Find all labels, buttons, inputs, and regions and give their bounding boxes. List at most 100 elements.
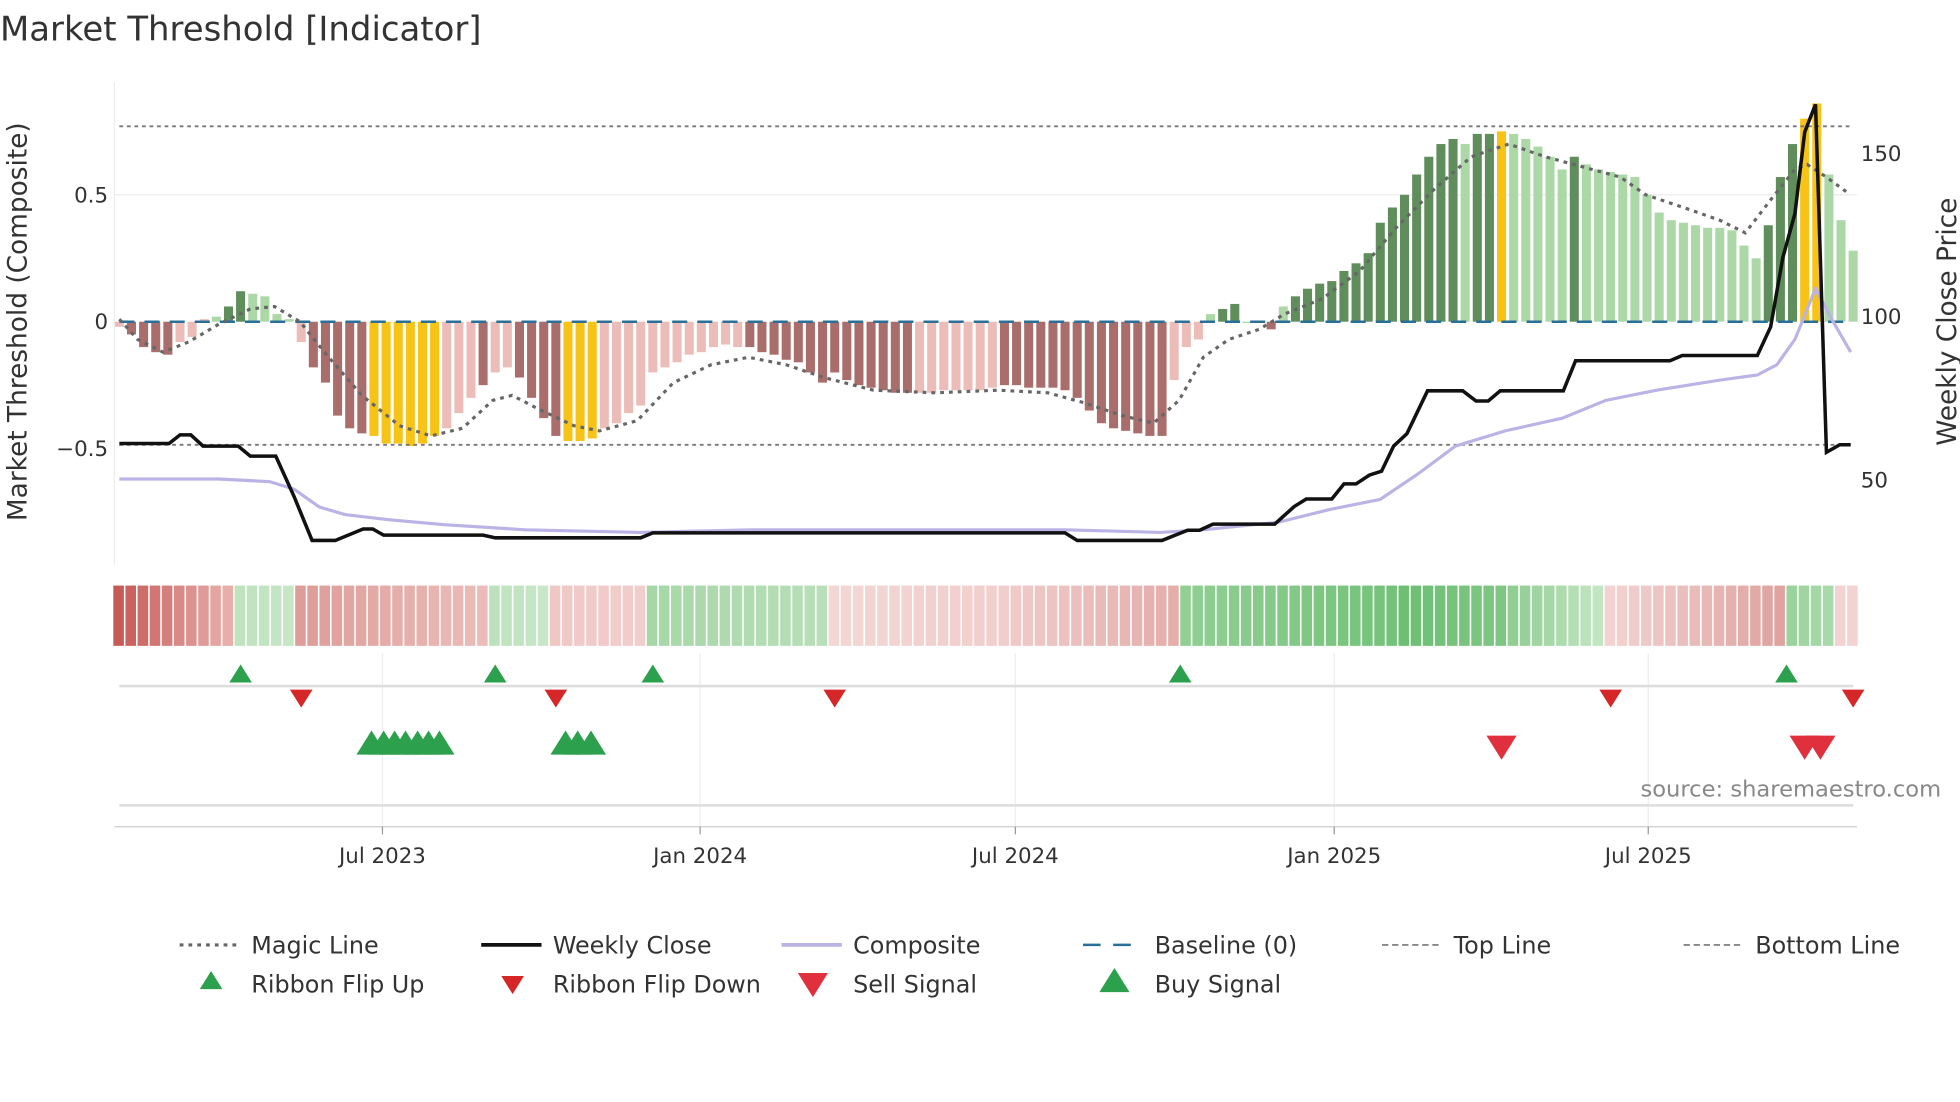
ribbon-flip-up-marker (229, 664, 252, 683)
ribbon-cell (186, 585, 197, 646)
ribbon-cell (1325, 585, 1337, 646)
composite-bar (1739, 245, 1749, 322)
legend-label: Buy Signal (1155, 971, 1282, 999)
composite-bar (1848, 250, 1858, 322)
ribbon-cell (1653, 585, 1664, 646)
composite-bar (1557, 169, 1567, 322)
y-tick-label: 0 (94, 310, 108, 335)
composite-bar (1024, 321, 1034, 388)
ribbon-cell (246, 585, 258, 646)
composite-bar (1436, 144, 1446, 322)
composite-bar (308, 321, 318, 368)
ribbon-cell (464, 585, 476, 646)
legend-item-buy: Buy Signal (1099, 968, 1281, 999)
y-tick-label: 0.5 (74, 183, 108, 208)
ribbon-cell (1665, 585, 1676, 646)
composite-bar (1715, 227, 1725, 322)
ribbon-cell (525, 585, 537, 646)
ribbon-cell (1483, 585, 1494, 646)
ribbon-cell (1737, 585, 1749, 646)
ribbon-cell (234, 585, 246, 646)
ribbon-cell (1095, 585, 1106, 646)
ribbon-cell (1192, 585, 1203, 646)
composite-bar (951, 321, 961, 391)
composite-bars (114, 103, 1858, 447)
composite-bar (1618, 174, 1628, 322)
ribbon-cell (1774, 585, 1785, 646)
composite-bar (902, 321, 912, 393)
ribbon-cell (658, 585, 670, 646)
legend-label: Composite (853, 932, 980, 960)
ribbon-cell (707, 585, 718, 646)
composite-bar (1315, 283, 1325, 322)
legend-item-sell: Sell Signal (797, 971, 977, 999)
composite-bar (1145, 321, 1155, 436)
ribbon-cell (1265, 585, 1276, 646)
ribbon-cell (258, 585, 270, 646)
legend-label: Top Line (1453, 932, 1552, 960)
ribbon-cell (1301, 585, 1313, 646)
ribbon-cell (1604, 585, 1616, 646)
ribbon-cell (974, 585, 985, 646)
ribbon-cell (1143, 585, 1155, 646)
y2-tick-label: 150 (1861, 142, 1902, 167)
ribbon-cell (1046, 585, 1058, 646)
ribbon-cell (1337, 585, 1349, 646)
composite-bar (357, 321, 367, 434)
ribbon-flip-up-marker (483, 664, 507, 683)
ribbon-cell (1750, 585, 1761, 646)
legend-item-flip_down: Ribbon Flip Down (501, 971, 761, 999)
ribbon-cell (270, 585, 282, 646)
composite-bar (1763, 225, 1773, 322)
ribbon-cell (828, 585, 840, 646)
composite-bar (1072, 321, 1082, 398)
composite-bar (1424, 156, 1434, 322)
composite-bar (745, 321, 755, 348)
composite-bar (1048, 321, 1058, 388)
composite-bar (1060, 321, 1070, 391)
ribbon-cell (1568, 585, 1579, 646)
legend: Magic Line Weekly Close Composite Baseline … (179, 932, 1900, 999)
ribbon-cell (1810, 585, 1822, 646)
ribbon-cell (1071, 585, 1082, 646)
composite-bar (611, 321, 621, 424)
composite-bar (1836, 220, 1846, 322)
ribbon-cell (428, 585, 440, 646)
market-threshold-chart: Market Threshold [Indicator] Market Thre… (0, 9, 1960, 999)
ribbon-cell (113, 585, 124, 646)
ribbon-cell (598, 585, 609, 646)
ribbon-cell (634, 585, 646, 646)
composite-bar (842, 321, 852, 381)
ribbon-cell (1374, 585, 1385, 646)
ribbon-cell (1034, 585, 1046, 646)
ribbon-cell (1277, 585, 1288, 646)
ribbon-cell (731, 585, 743, 646)
legend-label: Magic Line (251, 932, 378, 960)
ribbon-cell (1107, 585, 1119, 646)
composite-bar (599, 321, 609, 429)
ribbon-cell (1119, 585, 1131, 646)
y-axis-label: Market Threshold (Composite) (3, 122, 33, 521)
composite-bar (502, 321, 512, 368)
ribbon-cell (865, 585, 876, 646)
ribbon-cell (513, 585, 524, 646)
composite-bar (1375, 222, 1385, 322)
signal-panel (119, 664, 1865, 807)
ribbon-cell (331, 585, 343, 646)
composite-bar (1218, 309, 1228, 322)
ribbon-cell (792, 585, 803, 646)
legend-label: Sell Signal (853, 971, 977, 999)
composite-bar (1521, 138, 1531, 322)
composite-bar (684, 321, 694, 355)
composite-bar (721, 321, 731, 345)
y2-axis-label: Weekly Close Price (1933, 198, 1960, 446)
composite-bar (514, 321, 524, 378)
ribbon-flip-up-marker (1775, 664, 1798, 683)
composite-bar (757, 321, 767, 353)
ribbon-cell (392, 585, 403, 646)
ribbon-cell (1289, 585, 1300, 646)
composite-bar (1642, 194, 1652, 322)
composite-bar (175, 321, 185, 343)
ribbon-flip-down-marker (289, 689, 313, 708)
composite-bar (490, 321, 500, 373)
